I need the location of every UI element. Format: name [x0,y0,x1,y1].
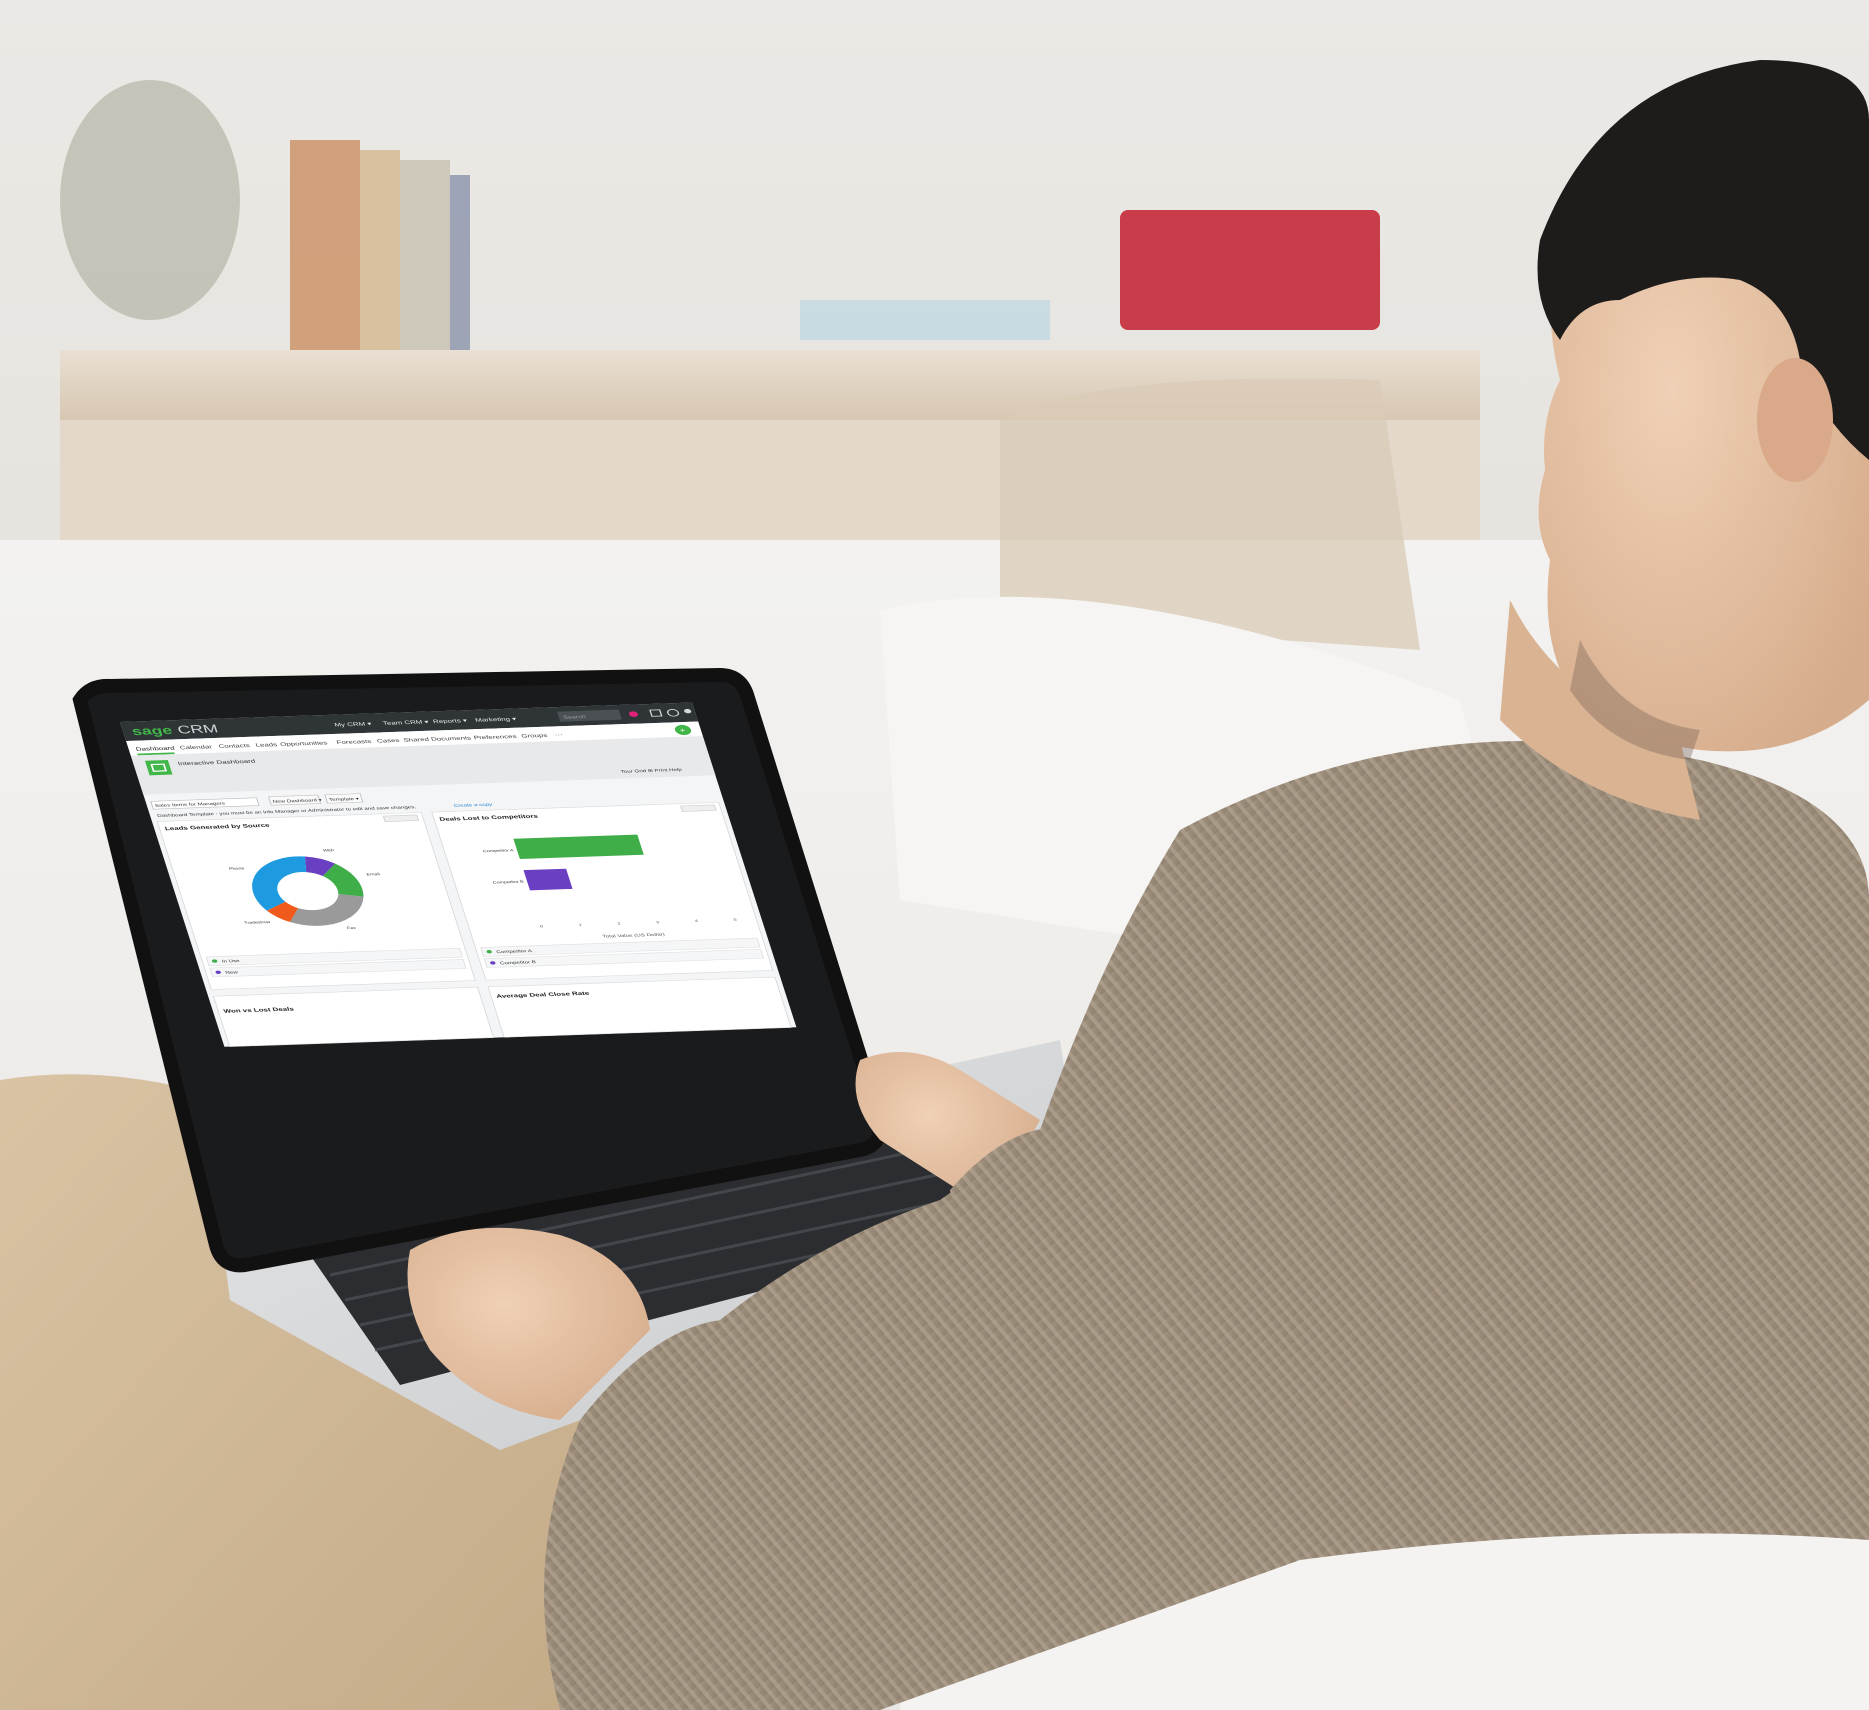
crm-logo-text: CRM [176,722,220,736]
dashboard-icon [144,760,173,776]
tab-calendar[interactable]: Calendar [179,745,214,751]
tab-cases[interactable]: Cases [376,738,401,744]
leads-list-label-2: New [225,970,239,975]
donut-label-phone: Phone [228,866,245,870]
bar-1[interactable] [513,834,644,859]
donut-label-email: Email [366,872,380,876]
tab-contacts[interactable]: Contacts [218,743,252,749]
laptop-screen: sage CRM My CRM ▾ Team CRM ▾ Reports ▾ M… [120,702,797,1047]
sage-logo: sage [130,724,174,738]
panel-avg-close [487,976,792,1038]
bar-2[interactable] [523,868,573,891]
search-placeholder: Search [563,715,587,720]
donut-label-web: Web [322,848,335,852]
panel-deals-controls[interactable] [680,804,717,812]
leads-list-label-1: In Use [221,959,240,964]
tab-groups[interactable]: Groups [521,733,549,739]
panel-leads-controls[interactable] [382,814,420,822]
panel-won-lost [212,986,495,1047]
tab-leads[interactable]: Leads [255,742,279,748]
photo-scene: sage CRM My CRM ▾ Team CRM ▾ Reports ▾ M… [0,0,1869,1710]
